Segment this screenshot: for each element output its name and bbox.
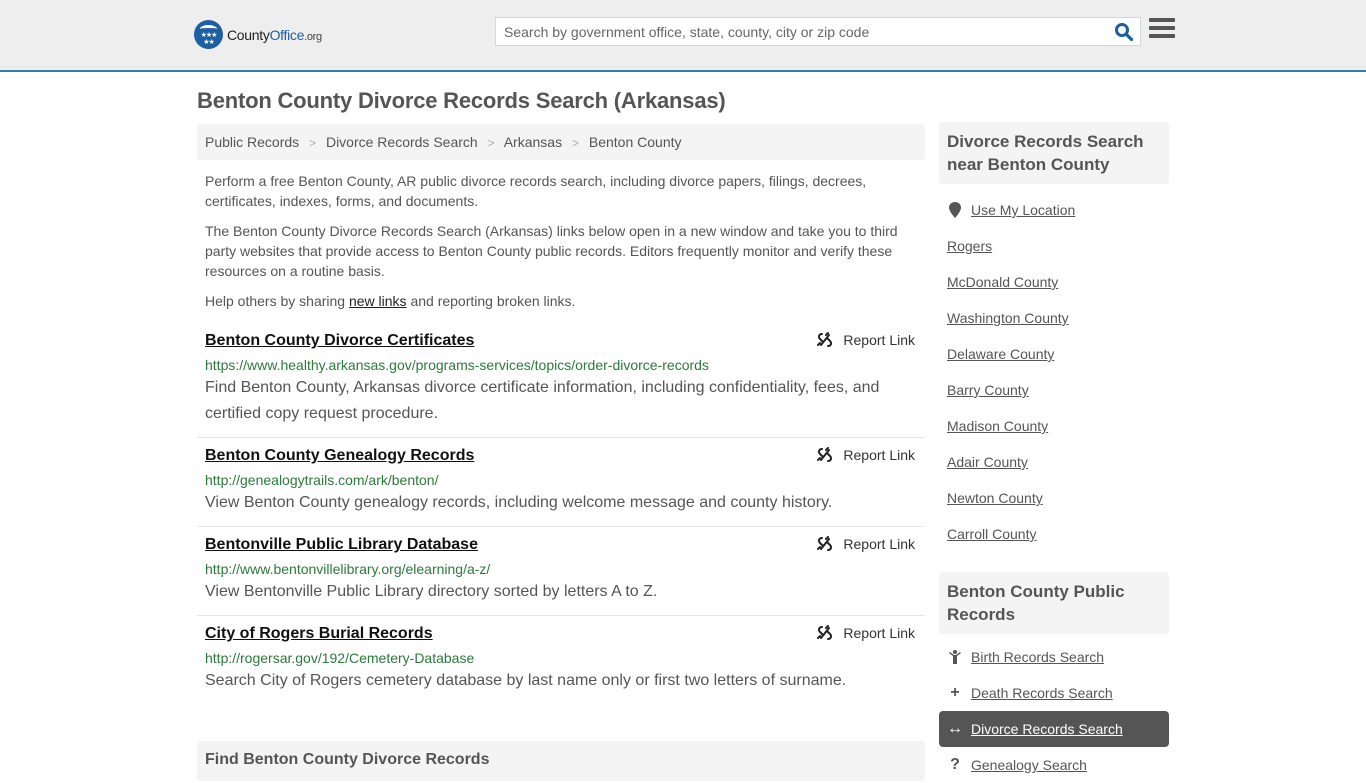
- breadcrumb: Public Records > Divorce Records Search …: [197, 124, 925, 160]
- sidebar-nearby: Divorce Records Search near Benton Count…: [939, 122, 1169, 552]
- broken-link-icon: [817, 332, 833, 347]
- question-icon: ?: [950, 756, 960, 773]
- nearby-item: Newton County: [939, 480, 1169, 516]
- breadcrumb-separator: >: [571, 136, 579, 150]
- nearby-link-newton-county[interactable]: Newton County: [947, 490, 1043, 506]
- logo-emblem-icon: ★★★ ★★: [194, 20, 223, 49]
- sidebar-item-death-records[interactable]: + Death Records Search: [939, 675, 1169, 711]
- share-links-paragraph: Help others by sharing new links and rep…: [205, 293, 576, 309]
- report-link-button[interactable]: Report Link: [817, 447, 915, 463]
- genealogy-search-link[interactable]: Genealogy Search: [971, 757, 1087, 773]
- nearby-item: Washington County: [939, 300, 1169, 336]
- nearby-item: Madison County: [939, 408, 1169, 444]
- sidebar-public-records: Benton County Public Records Birth Recor…: [939, 572, 1169, 783]
- result-url: http://genealogytrails.com/ark/benton/: [205, 472, 439, 488]
- breadcrumb-arkansas[interactable]: Arkansas: [504, 134, 562, 150]
- use-my-location-link[interactable]: Use My Location: [971, 202, 1075, 218]
- nearby-link-mcdonald-county[interactable]: McDonald County: [947, 274, 1058, 290]
- hamburger-menu-button[interactable]: [1149, 18, 1175, 42]
- search-input[interactable]: [496, 18, 1096, 45]
- nearby-link-madison-county[interactable]: Madison County: [947, 418, 1048, 434]
- menu-bar: [1149, 34, 1175, 38]
- report-link-button[interactable]: Report Link: [817, 625, 915, 641]
- report-link-button[interactable]: Report Link: [817, 332, 915, 348]
- public-records-list: Birth Records Search + Death Records Sea…: [939, 639, 1169, 783]
- sidebar-item-genealogy[interactable]: ? Genealogy Search: [939, 747, 1169, 783]
- use-my-location-item: Use My Location: [939, 192, 1169, 228]
- sidebar-public-records-title: Benton County Public Records: [939, 572, 1169, 634]
- intro-paragraph: The Benton County Divorce Records Search…: [205, 223, 898, 279]
- page-title: Benton County Divorce Records Search (Ar…: [197, 88, 726, 113]
- nearby-link-washington-county[interactable]: Washington County: [947, 310, 1069, 326]
- sidebar-nearby-title: Divorce Records Search near Benton Count…: [939, 122, 1169, 184]
- result-description: Find Benton County, Arkansas divorce cer…: [205, 379, 880, 422]
- breadcrumb-divorce-records-search[interactable]: Divorce Records Search: [326, 134, 478, 150]
- broken-link-icon: [817, 536, 833, 551]
- result-item: Benton County Genealogy Records Report L…: [197, 438, 925, 527]
- broken-link-icon: [817, 447, 833, 462]
- logo-text: CountyOffice.org: [227, 26, 322, 43]
- death-records-link[interactable]: Death Records Search: [971, 685, 1113, 701]
- result-item: City of Rogers Burial Records Report Lin…: [197, 616, 925, 704]
- report-link-button[interactable]: Report Link: [817, 536, 915, 552]
- arrows-horizontal-icon: ↔: [947, 720, 963, 737]
- site-logo[interactable]: ★★★ ★★ CountyOffice.org: [194, 20, 322, 49]
- intro-paragraph: Perform a free Benton County, AR public …: [205, 173, 867, 209]
- breadcrumb-public-records[interactable]: Public Records: [205, 134, 299, 150]
- nearby-link-rogers[interactable]: Rogers: [947, 238, 992, 254]
- result-title-link[interactable]: City of Rogers Burial Records: [205, 624, 433, 644]
- child-icon: [947, 650, 963, 664]
- result-description: Search City of Rogers cemetery database …: [205, 672, 847, 689]
- breadcrumb-separator: >: [309, 136, 317, 150]
- menu-bar: [1149, 26, 1175, 30]
- result-url: http://www.bentonvillelibrary.org/elearn…: [205, 561, 491, 577]
- plus-icon: +: [950, 684, 960, 701]
- sidebar-item-birth-records[interactable]: Birth Records Search: [939, 639, 1169, 675]
- sidebar-item-divorce-records[interactable]: ↔ Divorce Records Search: [939, 711, 1169, 747]
- result-item: Benton County Divorce Certificates Repor…: [197, 323, 925, 438]
- new-links-link[interactable]: new links: [349, 293, 407, 309]
- nearby-item: Rogers: [939, 228, 1169, 264]
- nearby-link-delaware-county[interactable]: Delaware County: [947, 346, 1054, 362]
- nearby-link-barry-county[interactable]: Barry County: [947, 382, 1029, 398]
- menu-bar: [1149, 18, 1175, 22]
- search-icon: [1115, 23, 1134, 42]
- result-title-link[interactable]: Bentonville Public Library Database: [205, 535, 478, 555]
- intro-text: Perform a free Benton County, AR public …: [205, 171, 917, 321]
- nearby-link-carroll-county[interactable]: Carroll County: [947, 526, 1036, 542]
- result-title-link[interactable]: Benton County Genealogy Records: [205, 446, 474, 466]
- top-bar: ★★★ ★★ CountyOffice.org: [0, 0, 1366, 72]
- breadcrumb-separator: >: [487, 136, 495, 150]
- result-url: http://rogersar.gov/192/Cemetery-Databas…: [205, 650, 475, 666]
- result-title-link[interactable]: Benton County Divorce Certificates: [205, 331, 474, 351]
- results-list: Benton County Divorce Certificates Repor…: [197, 323, 925, 704]
- find-records-section-heading: Find Benton County Divorce Records: [197, 741, 925, 781]
- nearby-item: McDonald County: [939, 264, 1169, 300]
- breadcrumb-benton-county[interactable]: Benton County: [589, 134, 682, 150]
- nearby-item: Adair County: [939, 444, 1169, 480]
- birth-records-link[interactable]: Birth Records Search: [971, 649, 1104, 665]
- divorce-records-link[interactable]: Divorce Records Search: [971, 721, 1123, 737]
- nearby-list: Use My Location Rogers McDonald County W…: [939, 192, 1169, 552]
- search-button[interactable]: [1114, 22, 1134, 42]
- result-item: Bentonville Public Library Database Repo…: [197, 527, 925, 616]
- result-url: https://www.healthy.arkansas.gov/program…: [205, 357, 709, 373]
- nearby-item: Carroll County: [939, 516, 1169, 552]
- nearby-item: Delaware County: [939, 336, 1169, 372]
- map-marker-icon: [947, 202, 963, 218]
- search-box: [495, 17, 1141, 46]
- result-description: View Benton County genealogy records, in…: [205, 494, 833, 511]
- broken-link-icon: [817, 625, 833, 640]
- result-description: View Bentonville Public Library director…: [205, 583, 658, 600]
- nearby-item: Barry County: [939, 372, 1169, 408]
- nearby-link-adair-county[interactable]: Adair County: [947, 454, 1028, 470]
